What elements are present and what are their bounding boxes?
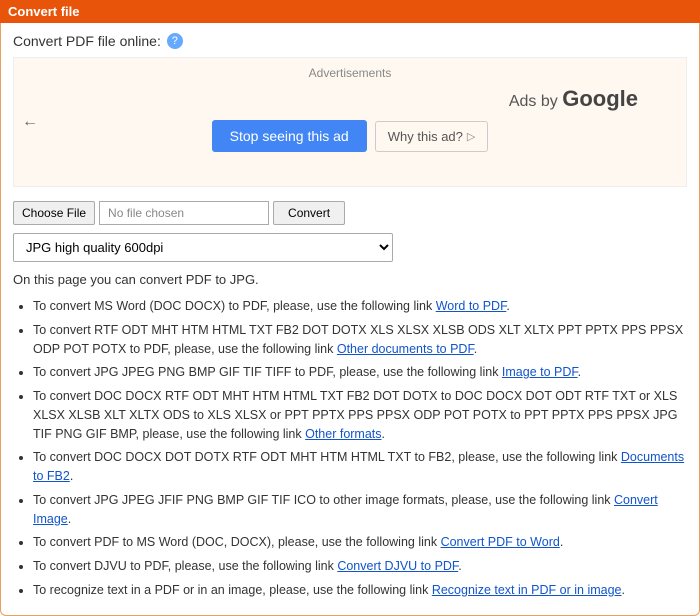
list-item: To convert JPG JPEG PNG BMP GIF TIF TIFF… [33,363,687,382]
list-item: To convert MS Word (DOC DOCX) to PDF, pl… [33,297,687,316]
format-select[interactable]: JPG high quality 600dpi JPG medium quali… [13,233,393,262]
recognize-text-link[interactable]: Recognize text in PDF or in image [432,583,622,597]
google-text: Google [562,86,638,111]
page-title: Convert PDF file online: [13,33,161,49]
list-item: To convert DOC DOCX DOT DOTX RTF ODT MHT… [33,448,687,486]
stop-seeing-ad-button[interactable]: Stop seeing this ad [212,120,367,152]
list-item: To recognize text in a PDF or in an imag… [33,581,687,600]
file-name-display: No file chosen [99,201,269,225]
list-item: To convert JPG JPEG JFIF PNG BMP GIF TIF… [33,491,687,529]
help-icon[interactable]: ? [167,33,183,49]
list-item: To convert RTF ODT MHT HTM HTML TXT FB2 … [33,321,687,359]
description-text: On this page you can convert PDF to JPG. [13,272,687,287]
image-to-pdf-link[interactable]: Image to PDF [502,365,578,379]
header-title: Convert file [8,4,80,19]
choose-file-button[interactable]: Choose File [13,201,95,225]
page-title-row: Convert PDF file online: ? [13,33,687,49]
convert-djvu-to-pdf-link[interactable]: Convert DJVU to PDF [337,559,458,573]
list-item: To convert DOC DOCX RTF ODT MHT HTM HTML… [33,387,687,443]
file-section: Choose File No file chosen Convert [13,201,687,225]
convert-button[interactable]: Convert [273,201,345,225]
list-item: To convert PDF to MS Word (DOC, DOCX), p… [33,533,687,552]
ads-by-google: Ads by Google [22,86,678,112]
main-container: Convert PDF file online: ? Advertisement… [0,23,700,616]
ads-by-text: Ads by [509,93,558,110]
convert-pdf-to-word-link[interactable]: Convert PDF to Word [441,535,560,549]
header-bar: Convert file [0,0,700,23]
arrow-right-icon: ▷ [467,130,475,143]
convert-list: To convert MS Word (DOC DOCX) to PDF, pl… [13,297,687,600]
why-ad-label: Why this ad? [388,129,463,144]
list-item: To convert DJVU to PDF, please, use the … [33,557,687,576]
ad-buttons: Stop seeing this ad Why this ad? ▷ [22,120,678,152]
back-arrow-icon[interactable]: ← [22,113,38,131]
other-formats-link[interactable]: Other formats [305,427,381,441]
ad-section: Advertisements ← Ads by Google Stop seei… [13,57,687,187]
word-to-pdf-link[interactable]: Word to PDF [436,299,507,313]
ad-label: Advertisements [22,66,678,80]
why-this-ad-button[interactable]: Why this ad? ▷ [375,121,489,152]
other-docs-to-pdf-link[interactable]: Other documents to PDF [337,342,474,356]
